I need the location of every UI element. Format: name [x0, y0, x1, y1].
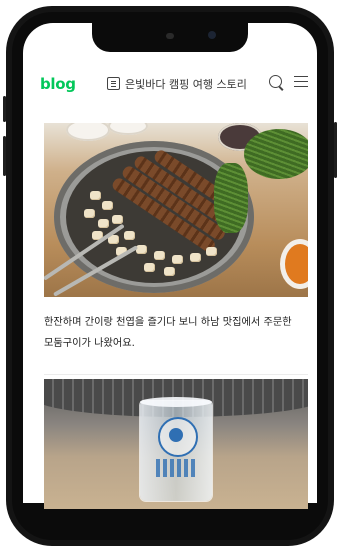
- glass-emblem-icon: [158, 417, 198, 457]
- search-icon[interactable]: [269, 75, 282, 88]
- grilled-piece: [206, 247, 217, 256]
- soju-glass-rim: [140, 397, 212, 407]
- post-caption: 한잔하며 간이랑 천엽을 즐기다 보니 하남 맛집에서 주문한 모둠구이가 나왔…: [44, 317, 292, 349]
- grilled-piece: [136, 245, 147, 254]
- post-list-icon[interactable]: [107, 77, 120, 90]
- blog-name-link[interactable]: 은빛바다 캠핑 여행 스토리: [125, 76, 253, 92]
- screen-content: blog 은빛바다 캠핑 여행 스토리 한잔하며 간이랑 천엽을 즐기다 보니 …: [23, 0, 317, 509]
- grilled-piece: [98, 219, 109, 228]
- grilled-piece: [102, 201, 113, 210]
- post-photo-grill[interactable]: [44, 123, 308, 297]
- grilled-piece: [90, 191, 101, 200]
- post-photo-glass[interactable]: [44, 379, 308, 509]
- side-button-left-1: [3, 96, 6, 122]
- grilled-piece: [164, 267, 175, 276]
- grilled-greens: [214, 163, 248, 233]
- phone-frame: blog 은빛바다 캠핑 여행 스토리 한잔하며 간이랑 천엽을 즐기다 보니 …: [0, 0, 340, 546]
- grilled-piece: [112, 215, 123, 224]
- section-divider: [44, 374, 308, 375]
- side-dish-greens: [244, 129, 308, 179]
- grilled-piece: [124, 231, 135, 240]
- side-button-right: [334, 122, 337, 178]
- grilled-piece: [190, 253, 201, 262]
- glass-logo-mark: [156, 459, 196, 477]
- hamburger-menu-icon[interactable]: [294, 76, 308, 88]
- blog-logo[interactable]: blog: [40, 75, 76, 93]
- grilled-piece: [172, 255, 183, 264]
- side-button-left-2: [3, 136, 6, 176]
- grilled-piece: [84, 209, 95, 218]
- grilled-piece: [144, 263, 155, 272]
- blog-header: blog 은빛바다 캠핑 여행 스토리: [23, 68, 317, 102]
- grilled-piece: [154, 251, 165, 260]
